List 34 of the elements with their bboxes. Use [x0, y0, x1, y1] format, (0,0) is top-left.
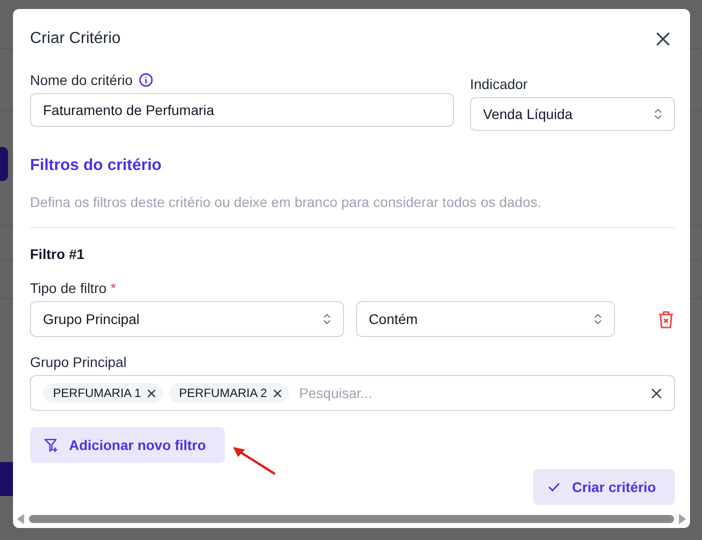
section-description: Defina os filtros deste critério ou deixe em branco para considerar todos os dados. [30, 194, 542, 210]
indicator-select[interactable]: Venda Líquida [470, 97, 675, 131]
remove-icon [147, 388, 156, 398]
field-label: Grupo Principal [30, 353, 128, 371]
filter-title: Filtro #1 [30, 246, 86, 262]
multi-select-field[interactable]: PERFUMARIA 1 PERFUMARIA 2 Pesquisar... [30, 375, 675, 411]
close-button[interactable] [654, 30, 672, 48]
filter-type-select[interactable]: Grupo Principal [30, 301, 344, 337]
dialog-title: Criar Critério [30, 30, 121, 48]
info-icon [138, 73, 153, 87]
trash-icon [657, 310, 675, 328]
chevron-up-down-icon [594, 313, 602, 325]
tag-chip[interactable]: PERFUMARIA 2 [169, 383, 290, 403]
section-title: Filtros do critério [30, 157, 163, 175]
field-label: Tipo de filtro [30, 279, 107, 297]
scroll-left-icon[interactable] [17, 514, 25, 524]
clear-icon[interactable] [651, 388, 662, 398]
chevron-up-down-icon [654, 108, 662, 120]
add-filter-button[interactable]: Adicionar novo filtro [30, 427, 225, 463]
field-label: Indicador [470, 75, 529, 93]
filter-plus-icon [44, 438, 59, 452]
chevron-up-down-icon [322, 313, 331, 325]
delete-filter-button[interactable] [657, 310, 675, 328]
name-input-field[interactable]: Faturamento de Perfumaria [30, 93, 454, 127]
scroll-right-icon[interactable] [678, 514, 686, 524]
horizontal-scrollbar[interactable] [17, 514, 686, 524]
field-label: Nome do critério [30, 71, 133, 89]
create-criterion-button[interactable]: Criar critério [532, 469, 675, 505]
tag-chip[interactable]: PERFUMARIA 1 [43, 383, 164, 403]
check-icon [548, 482, 560, 492]
close-icon [656, 32, 670, 46]
remove-icon [273, 388, 282, 398]
operator-select[interactable]: Contém [356, 301, 615, 337]
required-mark: * [110, 280, 116, 296]
